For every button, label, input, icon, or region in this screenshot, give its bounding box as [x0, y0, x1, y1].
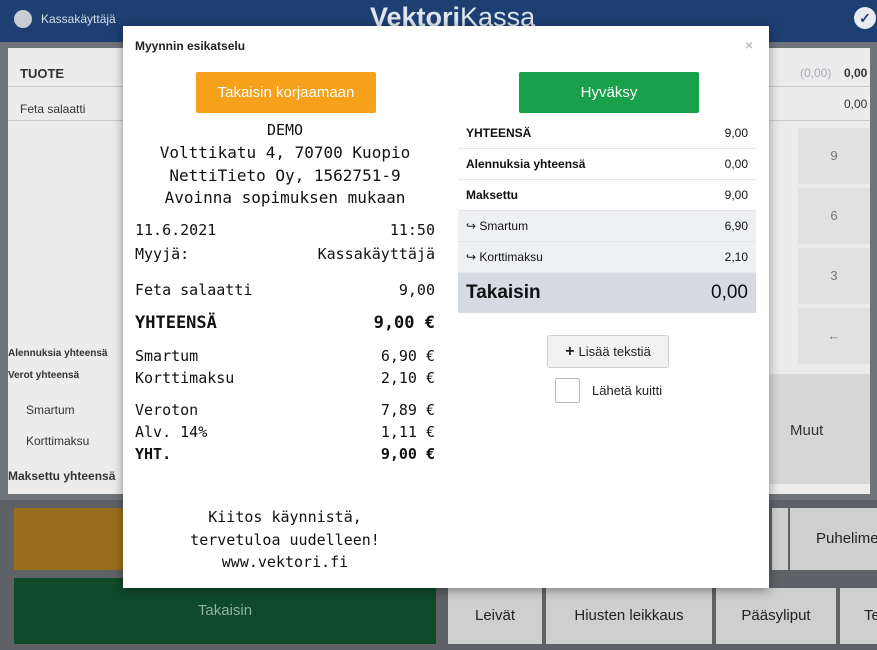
user-menu[interactable]: Kassakäyttäjä [14, 10, 116, 28]
receipt-total: 9,00 € [373, 313, 435, 333]
receipt-seller-label: Myyjä: [135, 245, 190, 263]
receipt-header-line: NettiTieto Oy, 1562751-9 [169, 166, 401, 185]
receipt-item-row: Feta salaatti 9,00 [135, 281, 435, 299]
receipt-tax-row: Alv. 14% 1,11 € [135, 423, 435, 441]
receipt-header-line: DEMO [266, 121, 304, 139]
discounts-label: Alennuksia yhteensä [8, 348, 108, 359]
receipt-header-line: Volttikatu 4, 70700 Kuopio [159, 143, 411, 162]
category-haircut[interactable]: Hiusten leikkaus [546, 588, 712, 644]
plus-icon: + [565, 342, 575, 360]
taxes-label: Verot yhteensä [8, 370, 80, 381]
receipt-seller-row: Myyjä: Kassakäyttäjä [135, 245, 435, 263]
category-partial[interactable]: Te [840, 588, 877, 644]
send-receipt-option[interactable]: Lähetä kuitti [555, 378, 662, 403]
numpad-key-9[interactable]: 9 [798, 128, 870, 184]
receipt-item-price: 9,00 [398, 281, 435, 299]
receipt-date: 11.6.2021 [135, 221, 217, 239]
numpad-key-6[interactable]: 6 [798, 188, 870, 244]
receipt-footer-line: tervetuloa uudelleen! [190, 531, 380, 549]
receipt-time: 11:50 [389, 221, 435, 239]
summary-row-card: ↪ Korttimaksu 2,10 [458, 242, 756, 273]
receipt-total-label: YHTEENSÄ [135, 313, 217, 333]
summary-row-change: Takaisin 0,00 [458, 273, 756, 313]
numpad-key-3[interactable]: 3 [798, 248, 870, 304]
summary-row-total: YHTEENSÄ 9,00 [458, 118, 756, 149]
close-icon[interactable]: × [745, 37, 753, 53]
paid-total-label: Maksettu yhteensä [8, 469, 116, 483]
payment-card: Korttimaksu [26, 434, 90, 448]
payment-smartum: Smartum [26, 403, 75, 417]
receipt-tax-row: Veroton 7,89 € [135, 401, 435, 419]
sale-preview-modal: Myynnin esikatselu × Takaisin korjaamaan… [123, 26, 769, 588]
accept-button[interactable]: Hyväksy [519, 72, 699, 113]
modal-title: Myynnin esikatselu [135, 39, 246, 53]
column-header-product: TUOTE [20, 66, 65, 81]
receipt-total-row: YHTEENSÄ 9,00 € [135, 313, 435, 333]
category-breads[interactable]: Leivät [448, 588, 542, 644]
category-blank[interactable] [772, 508, 788, 570]
back-to-edit-button[interactable]: Takaisin korjaamaan [196, 72, 376, 113]
receipt-grand-total-row: YHT. 9,00 € [135, 445, 435, 463]
modal-header: Myynnin esikatselu × [123, 26, 769, 66]
receipt-footer-line: Kiitos käynnistä, [208, 508, 362, 526]
category-tickets[interactable]: Pääsyliput [716, 588, 836, 644]
receipt-header-line: Avoinna sopimuksen mukaan [164, 188, 406, 207]
header-total-value: 0,00 [844, 66, 868, 80]
category-phones[interactable]: Puhelimet [790, 508, 877, 570]
receipt-payment-row: Korttimaksu 2,10 € [135, 369, 435, 387]
summary-row-paid: Maksettu 9,00 [458, 180, 756, 211]
sale-item-value: 0,00 [844, 97, 868, 111]
sale-item-name[interactable]: Feta salaatti [20, 102, 85, 116]
send-receipt-checkbox[interactable] [555, 378, 580, 403]
receipt-payment-row: Smartum 6,90 € [135, 347, 435, 365]
receipt-footer-line: www.vektori.fi [221, 553, 349, 571]
add-text-label: Lisää tekstiä [578, 344, 651, 359]
receipt-item-name: Feta salaatti [135, 281, 253, 299]
user-avatar-icon [14, 10, 32, 28]
send-receipt-label: Lähetä kuitti [592, 383, 663, 398]
numpad-key-backspace[interactable]: ← [798, 308, 870, 364]
receipt-seller: Kassakäyttäjä [317, 245, 435, 263]
check-icon[interactable]: ✓ [854, 7, 876, 29]
header-paren-value: (0,00) [800, 66, 832, 80]
receipt-date-row: 11.6.2021 11:50 [135, 221, 435, 239]
summary-row-discounts: Alennuksia yhteensä 0,00 [458, 149, 756, 180]
add-text-button[interactable]: + Lisää tekstiä [547, 335, 669, 368]
summary-row-smartum: ↪ Smartum 6,90 [458, 211, 756, 242]
user-name: Kassakäyttäjä [41, 12, 116, 26]
